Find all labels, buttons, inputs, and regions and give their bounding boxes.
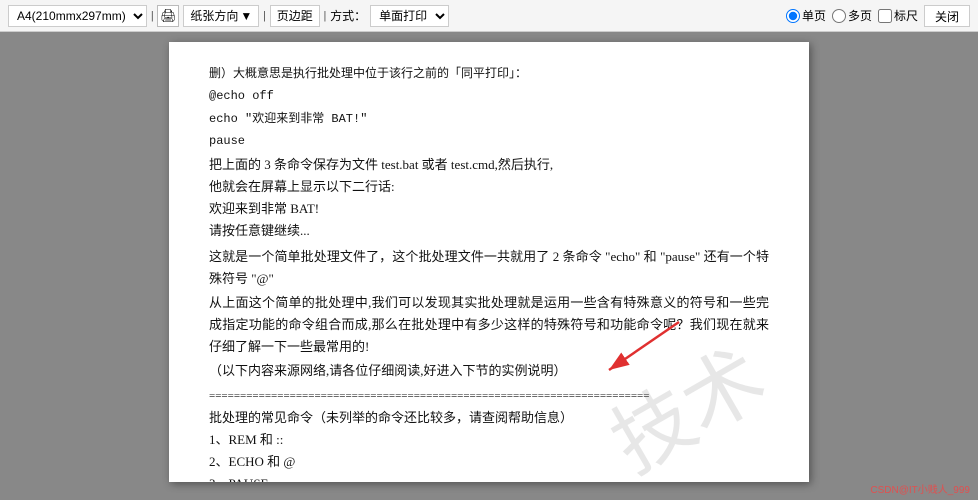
pause-line: pause xyxy=(209,131,769,151)
main-area: 删）大概意思是执行批处理中位于该行之前的「同平打印」： @echo off ec… xyxy=(0,32,978,500)
print-toolbar: A4(210mmx297mm) | 🖨 纸张方向 ▼ | 页边距 | 方式： 单… xyxy=(0,0,978,32)
screen1: 欢迎来到非常 BAT! xyxy=(209,198,769,220)
ruler-checkbox[interactable] xyxy=(878,9,892,23)
ruler-option: 标尺 xyxy=(878,7,918,24)
single-label: 单页 xyxy=(802,7,826,24)
chevron-down-icon: ▼ xyxy=(240,9,252,23)
toolbar-left: A4(210mmx297mm) | 🖨 纸张方向 ▼ | 页边距 | 方式： 单… xyxy=(8,5,778,27)
note: （以下内容来源网络,请各位仔细阅读,好进入下节的实例说明） xyxy=(209,360,769,382)
method-label: 方式： xyxy=(330,7,366,24)
para1: 这就是一个简单批处理文件了，这个批处理文件一共就用了 2 条命令 "echo" … xyxy=(209,246,769,290)
method-select[interactable]: 单面打印 xyxy=(370,5,449,27)
desc2: 他就会在屏幕上显示以下二行话: xyxy=(209,176,769,198)
close-label: 关闭 xyxy=(935,10,959,24)
desc1: 把上面的 3 条命令保存为文件 test.bat 或者 test.cmd,然后执… xyxy=(209,154,769,176)
single-page-radio[interactable] xyxy=(786,9,800,23)
toolbar-divider-2: | xyxy=(263,8,265,23)
page-preview: 删）大概意思是执行批处理中位于该行之前的「同平打印」： @echo off ec… xyxy=(0,32,978,500)
toolbar-divider-3: | xyxy=(324,8,326,23)
single-page-option: 单页 xyxy=(786,7,826,24)
page-paper: 删）大概意思是执行批处理中位于该行之前的「同平打印」： @echo off ec… xyxy=(169,42,809,482)
margin-label: 页边距 xyxy=(277,7,313,24)
orientation-button[interactable]: 纸张方向 ▼ xyxy=(183,5,259,27)
item-1: 1、REM 和 :: xyxy=(209,429,769,451)
multi-label: 多页 xyxy=(848,7,872,24)
paper-size-select[interactable]: A4(210mmx297mm) xyxy=(8,5,147,27)
ruler-label: 标尺 xyxy=(894,7,918,24)
section-title: 批处理的常见命令（未列举的命令还比较多，请查阅帮助信息） xyxy=(209,407,769,429)
divider: ========================================… xyxy=(209,387,769,406)
page-content: 删）大概意思是执行批处理中位于该行之前的「同平打印」： @echo off ec… xyxy=(209,64,769,482)
para2: 从上面这个简单的批处理中,我们可以发现其实批处理就是运用一些含有特殊意义的符号和… xyxy=(209,292,769,358)
echo-welcome-line: echo "欢迎来到非常 BAT!" xyxy=(209,109,769,129)
echo-off-line: @echo off xyxy=(209,86,769,106)
line1: 删）大概意思是执行批处理中位于该行之前的「同平打印」： xyxy=(209,64,769,84)
item-2: 2、ECHO 和 @ xyxy=(209,451,769,473)
item-3: 3、PAUSE xyxy=(209,473,769,482)
close-button[interactable]: 关闭 xyxy=(924,5,970,27)
margin-button[interactable]: 页边距 xyxy=(270,5,320,27)
multi-page-radio[interactable] xyxy=(832,9,846,23)
multi-page-option: 多页 xyxy=(832,7,872,24)
screen2: 请按任意键继续... xyxy=(209,220,769,242)
orientation-label: 纸张方向 xyxy=(190,7,238,24)
toolbar-divider-1: | xyxy=(151,8,153,23)
orientation-icon[interactable]: 🖨 xyxy=(157,5,179,27)
toolbar-right: 单页 多页 标尺 关闭 xyxy=(786,5,970,27)
csdn-badge: CSDN@IT小贱人_999 xyxy=(870,481,970,496)
